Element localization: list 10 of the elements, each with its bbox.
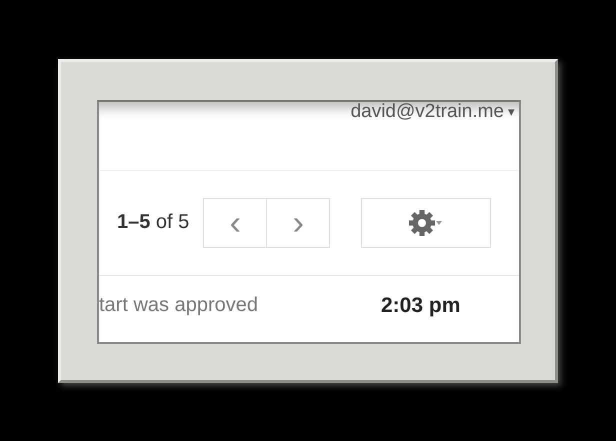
settings-icon [409,208,444,238]
message-time: 2:03 pm [381,294,460,318]
message-snippet: tart was approved [99,294,259,317]
account-email[interactable]: david@v2train.me [350,102,504,122]
message-row[interactable]: tart was approved 2:03 pm [99,276,519,342]
settings-button[interactable] [361,198,492,248]
page-range-label: 1–5 of 5 [117,211,190,234]
older-button[interactable]: › [266,198,330,248]
newer-button[interactable]: ‹ [203,198,268,248]
caret-icon[interactable]: ▾ [508,102,515,122]
